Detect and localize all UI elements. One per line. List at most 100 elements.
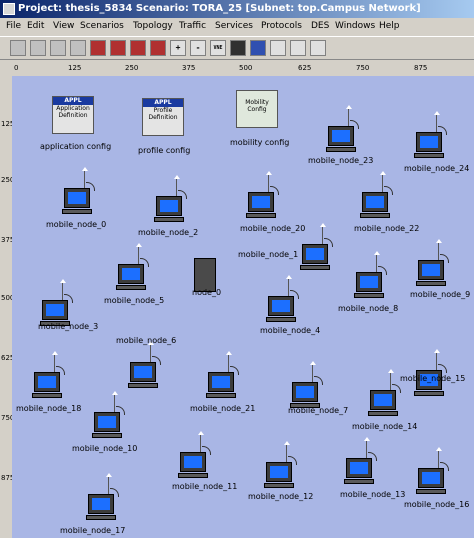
keyboard-icon (92, 433, 122, 438)
title-bar: Project: thesis_5834 Scenario: TORA_25 [… (0, 0, 474, 18)
mobile-node-label: mobile_node_1 (238, 250, 299, 259)
ruler-x-label: 250 (125, 64, 139, 72)
antenna-icon (106, 473, 112, 496)
menu-windows[interactable]: Windows (333, 18, 377, 35)
keyboard-icon (246, 213, 276, 218)
ruler-x-label: 125 (68, 64, 82, 72)
workstation-icon (418, 468, 444, 488)
mark-icon[interactable] (150, 40, 166, 56)
antenna-icon (320, 223, 326, 246)
print-icon[interactable] (70, 40, 86, 56)
mobile-node-label: mobile_node_0 (46, 220, 107, 229)
mobile-node-label: mobile_node_10 (72, 444, 138, 453)
keyboard-icon (300, 265, 330, 270)
menu-edit[interactable]: Edit (25, 18, 46, 35)
server-node-icon[interactable] (194, 258, 216, 292)
keyboard-icon (414, 391, 444, 396)
vne-icon[interactable]: VNE (210, 40, 226, 56)
mobile-node-label: mobile_node_23 (308, 156, 374, 165)
antenna-icon (198, 431, 204, 454)
keyboard-icon (354, 293, 384, 298)
menu-topology[interactable]: Topology (131, 18, 175, 35)
menu-traffic[interactable]: Traffic (177, 18, 208, 35)
mobile-node-label: mobile_node_21 (190, 404, 256, 413)
keyboard-icon (344, 479, 374, 484)
menu-file[interactable]: File (4, 18, 23, 35)
workstation-icon (346, 458, 372, 478)
antenna-icon (436, 447, 442, 470)
traffic-light-icon[interactable] (230, 40, 246, 56)
antenna-icon (284, 441, 290, 464)
antenna-icon (266, 171, 272, 194)
workstation-icon (34, 372, 60, 392)
menu-view[interactable]: View (51, 18, 76, 35)
mobile-node-label: mobile_node_5 (104, 296, 165, 305)
zoom-out-icon[interactable]: - (190, 40, 206, 56)
keyboard-icon (266, 317, 296, 322)
failure-icon[interactable] (110, 40, 126, 56)
network-canvas[interactable]: APPL Application Definition application … (12, 76, 474, 538)
antenna-icon (436, 239, 442, 262)
antenna-icon (52, 351, 58, 374)
antenna-icon (82, 167, 88, 190)
open-icon[interactable] (10, 40, 26, 56)
application-config-node[interactable]: APPL Application Definition (52, 96, 94, 134)
keyboard-icon (86, 515, 116, 520)
mobile-node-label: mobile_node_18 (16, 404, 82, 413)
workstation-icon (356, 272, 382, 292)
keyboard-icon (206, 393, 236, 398)
mobile-node-label: mobile_node_14 (352, 422, 418, 431)
workstation-icon (266, 462, 292, 482)
workstation-icon (418, 260, 444, 280)
mobile-node-label: mobile_node_9 (410, 290, 471, 299)
ruler-x-label: 0 (14, 64, 19, 72)
menu-services[interactable]: Services (213, 18, 255, 35)
menu-scenarios[interactable]: Scenarios (78, 18, 126, 35)
workstation-icon (292, 382, 318, 402)
triangle-icon[interactable] (250, 40, 266, 56)
hide-graphs-icon[interactable] (310, 40, 326, 56)
menu-bar: File Edit View Scenarios Topology Traffi… (0, 18, 474, 35)
workstation-icon (268, 296, 294, 316)
mobile-node-label: mobile_node_2 (138, 228, 199, 237)
keyboard-icon (360, 213, 390, 218)
mobility-config-node[interactable]: Mobility Config (236, 90, 278, 128)
workstation-icon (248, 192, 274, 212)
application-config-label: application config (40, 142, 112, 151)
antenna-icon (346, 105, 352, 128)
antenna-icon (310, 361, 316, 384)
chart-icon[interactable] (290, 40, 306, 56)
workstation-icon (130, 362, 156, 382)
keyboard-icon (128, 383, 158, 388)
workstation-icon (64, 188, 90, 208)
recover-icon[interactable] (130, 40, 146, 56)
workstation-icon (88, 494, 114, 514)
menu-help[interactable]: Help (377, 18, 402, 35)
object-palette-icon[interactable] (90, 40, 106, 56)
zoom-in-icon[interactable]: + (170, 40, 186, 56)
workstation-icon (94, 412, 120, 432)
folder-icon[interactable] (50, 40, 66, 56)
window-title: Project: thesis_5834 Scenario: TORA_25 [… (18, 3, 421, 14)
mobile-node-label: mobile_node_12 (248, 492, 314, 501)
antenna-icon (174, 175, 180, 198)
keyboard-icon (416, 489, 446, 494)
ruler-x-label: 625 (298, 64, 312, 72)
save-icon[interactable] (30, 40, 46, 56)
menu-protocols[interactable]: Protocols (259, 18, 304, 35)
antenna-icon (136, 243, 142, 266)
mobility-config-label: mobility config (230, 138, 290, 147)
antenna-icon (434, 111, 440, 134)
view-results-icon[interactable] (270, 40, 286, 56)
antenna-icon (226, 351, 232, 374)
workstation-icon (302, 244, 328, 264)
keyboard-icon (416, 281, 446, 286)
app-icon (3, 3, 15, 15)
mobile-node-label: mobile_node_3 (38, 322, 99, 331)
antenna-icon (364, 437, 370, 460)
antenna-icon (286, 275, 292, 298)
menu-des[interactable]: DES (309, 18, 331, 35)
workstation-icon (208, 372, 234, 392)
profile-config-node[interactable]: APPL Profile Definition (142, 98, 184, 136)
keyboard-icon (264, 483, 294, 488)
